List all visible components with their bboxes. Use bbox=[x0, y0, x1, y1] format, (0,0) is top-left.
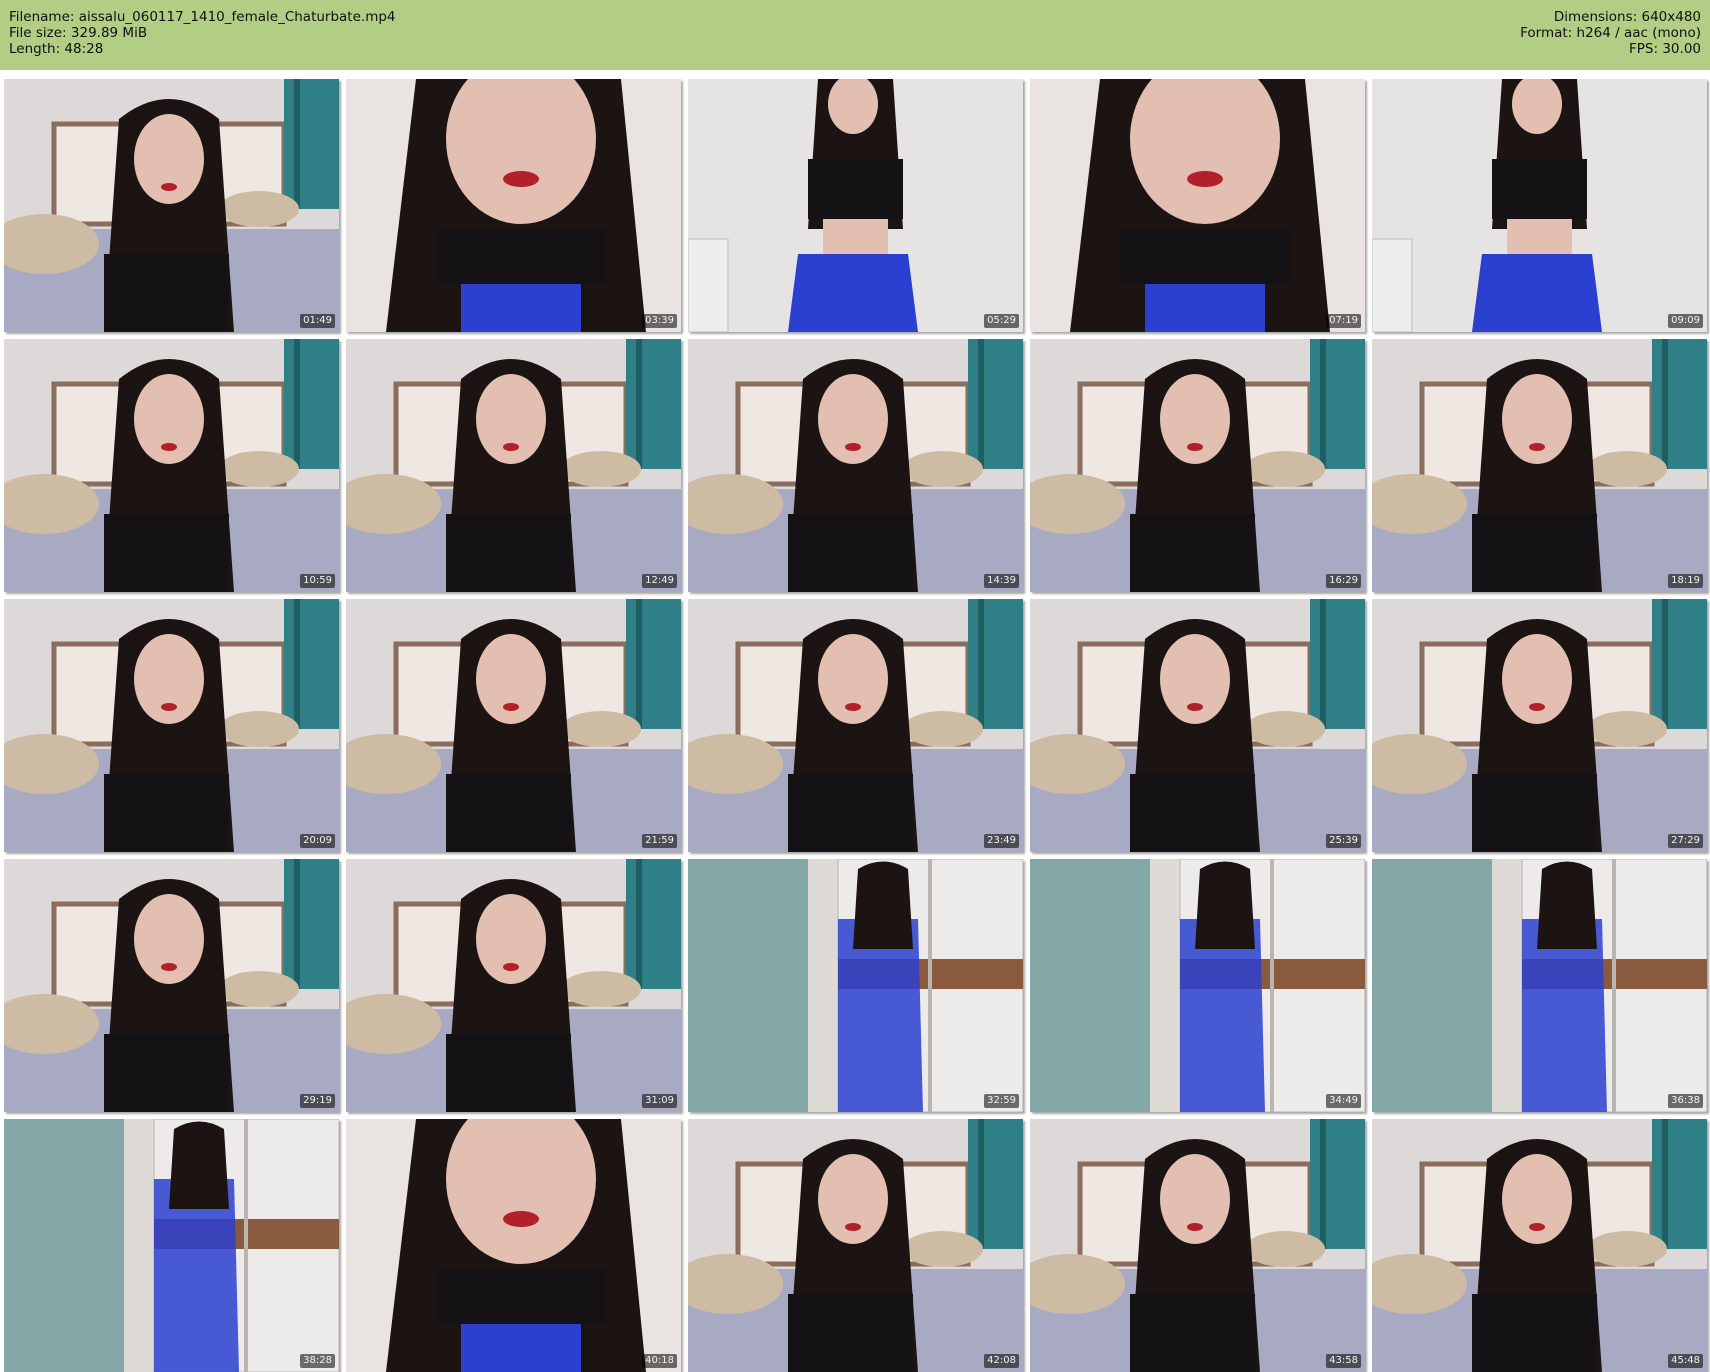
video-thumbnail: 27:29 bbox=[1372, 599, 1707, 852]
format-label: Format: h264 / aac (mono) bbox=[1520, 25, 1701, 41]
thumbnail-image bbox=[346, 339, 681, 592]
thumbnail-image bbox=[688, 599, 1023, 852]
timestamp-label: 29:19 bbox=[300, 1094, 335, 1108]
timestamp-label: 25:39 bbox=[1326, 834, 1361, 848]
timestamp-label: 27:29 bbox=[1668, 834, 1703, 848]
thumbnail-image bbox=[1030, 859, 1365, 1112]
timestamp-label: 03:39 bbox=[642, 314, 677, 328]
thumbnail-image bbox=[688, 1119, 1023, 1372]
thumbnail-image bbox=[1030, 339, 1365, 592]
video-thumbnail: 32:59 bbox=[688, 859, 1023, 1112]
video-thumbnail: 23:49 bbox=[688, 599, 1023, 852]
video-thumbnail: 05:29 bbox=[688, 79, 1023, 332]
thumbnail-image bbox=[4, 79, 339, 332]
timestamp-label: 10:59 bbox=[300, 574, 335, 588]
timestamp-label: 23:49 bbox=[984, 834, 1019, 848]
thumbnail-image bbox=[688, 79, 1023, 332]
thumbnail-image bbox=[1372, 599, 1707, 852]
timestamp-label: 20:09 bbox=[300, 834, 335, 848]
video-thumbnail: 18:19 bbox=[1372, 339, 1707, 592]
video-thumbnail: 29:19 bbox=[4, 859, 339, 1112]
thumbnail-image bbox=[346, 1119, 681, 1372]
filesize-label: File size: 329.89 MiB bbox=[9, 25, 148, 41]
timestamp-label: 31:09 bbox=[642, 1094, 677, 1108]
video-thumbnail: 21:59 bbox=[346, 599, 681, 852]
dimensions-label: Dimensions: 640x480 bbox=[1553, 9, 1701, 25]
thumbnail-image bbox=[346, 79, 681, 332]
thumbnail-image bbox=[4, 1119, 339, 1372]
thumbnail-image bbox=[4, 859, 339, 1112]
thumbnail-image bbox=[1372, 1119, 1707, 1372]
video-thumbnail: 40:18 bbox=[346, 1119, 681, 1372]
file-info-right: Dimensions: 640x480 Format: h264 / aac (… bbox=[1520, 9, 1701, 57]
timestamp-label: 18:19 bbox=[1668, 574, 1703, 588]
video-thumbnail: 43:58 bbox=[1030, 1119, 1365, 1372]
timestamp-label: 14:39 bbox=[984, 574, 1019, 588]
video-thumbnail: 31:09 bbox=[346, 859, 681, 1112]
thumbnail-image bbox=[4, 599, 339, 852]
timestamp-label: 32:59 bbox=[984, 1094, 1019, 1108]
video-thumbnail: 01:49 bbox=[4, 79, 339, 332]
thumbnail-image bbox=[1372, 859, 1707, 1112]
timestamp-label: 45:48 bbox=[1668, 1354, 1703, 1368]
video-thumbnail: 42:08 bbox=[688, 1119, 1023, 1372]
info-header: Filename: aissalu_060117_1410_female_Cha… bbox=[0, 0, 1710, 70]
video-thumbnail: 45:48 bbox=[1372, 1119, 1707, 1372]
video-thumbnail: 03:39 bbox=[346, 79, 681, 332]
thumbnail-image bbox=[1030, 599, 1365, 852]
timestamp-label: 12:49 bbox=[642, 574, 677, 588]
video-thumbnail: 07:19 bbox=[1030, 79, 1365, 332]
thumbnail-grid: 01:49 03:39 05:29 07:19 09:09 10:59 12:4… bbox=[4, 79, 1707, 1372]
video-thumbnail: 25:39 bbox=[1030, 599, 1365, 852]
thumbnail-image bbox=[4, 339, 339, 592]
timestamp-label: 21:59 bbox=[642, 834, 677, 848]
video-thumbnail: 36:38 bbox=[1372, 859, 1707, 1112]
thumbnail-image bbox=[346, 599, 681, 852]
timestamp-label: 43:58 bbox=[1326, 1354, 1361, 1368]
thumbnail-image bbox=[1030, 79, 1365, 332]
video-thumbnail: 16:29 bbox=[1030, 339, 1365, 592]
timestamp-label: 40:18 bbox=[642, 1354, 677, 1368]
timestamp-label: 34:49 bbox=[1326, 1094, 1361, 1108]
filename-label: Filename: aissalu_060117_1410_female_Cha… bbox=[9, 9, 396, 25]
thumbnail-image bbox=[346, 859, 681, 1112]
timestamp-label: 01:49 bbox=[300, 314, 335, 328]
video-thumbnail: 20:09 bbox=[4, 599, 339, 852]
timestamp-label: 36:38 bbox=[1668, 1094, 1703, 1108]
thumbnail-image bbox=[688, 339, 1023, 592]
timestamp-label: 09:09 bbox=[1668, 314, 1703, 328]
thumbnail-image bbox=[688, 859, 1023, 1112]
file-info-left: Filename: aissalu_060117_1410_female_Cha… bbox=[9, 9, 396, 57]
timestamp-label: 42:08 bbox=[984, 1354, 1019, 1368]
video-thumbnail: 09:09 bbox=[1372, 79, 1707, 332]
video-thumbnail: 12:49 bbox=[346, 339, 681, 592]
timestamp-label: 38:28 bbox=[300, 1354, 335, 1368]
timestamp-label: 07:19 bbox=[1326, 314, 1361, 328]
fps-label: FPS: 30.00 bbox=[1629, 41, 1701, 57]
length-label: Length: 48:28 bbox=[9, 41, 104, 57]
video-thumbnail: 34:49 bbox=[1030, 859, 1365, 1112]
timestamp-label: 05:29 bbox=[984, 314, 1019, 328]
timestamp-label: 16:29 bbox=[1326, 574, 1361, 588]
video-thumbnail: 38:28 bbox=[4, 1119, 339, 1372]
video-thumbnail: 14:39 bbox=[688, 339, 1023, 592]
thumbnail-image bbox=[1372, 79, 1707, 332]
thumbnail-image bbox=[1030, 1119, 1365, 1372]
thumbnail-image bbox=[1372, 339, 1707, 592]
video-thumbnail: 10:59 bbox=[4, 339, 339, 592]
